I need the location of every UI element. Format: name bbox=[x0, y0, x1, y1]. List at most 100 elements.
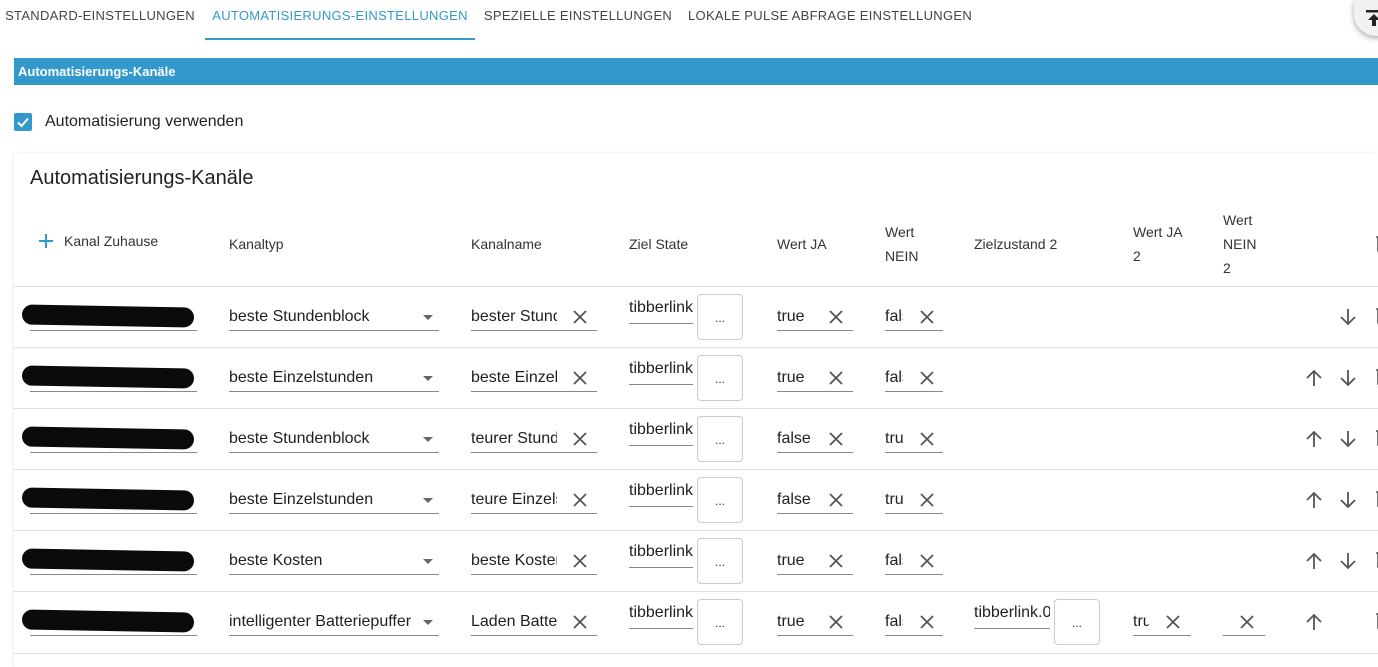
wert-nein-value: false bbox=[885, 369, 903, 386]
kanalname-input[interactable]: bester Stundenblock bbox=[471, 304, 597, 331]
kanalname-input[interactable]: Laden Batterie bbox=[471, 609, 597, 636]
zielzustand-2-browse-button[interactable]: ... bbox=[1054, 599, 1100, 645]
wert-nein-input[interactable]: true bbox=[885, 426, 943, 453]
move-up-icon[interactable] bbox=[1304, 368, 1324, 388]
wert-ja-input[interactable]: true bbox=[777, 304, 853, 331]
wert-nein-input[interactable]: false bbox=[885, 365, 943, 392]
clear-icon[interactable] bbox=[572, 309, 588, 325]
kanaltyp-value: beste Stundenblock bbox=[229, 308, 370, 325]
clear-icon[interactable] bbox=[572, 553, 588, 569]
kanaltyp-select[interactable]: intelligenter Batteriepuffer bbox=[229, 609, 439, 636]
kanalname-input[interactable]: teurer Stundenblock bbox=[471, 426, 597, 453]
kanaltyp-select[interactable]: beste Einzelstunden bbox=[229, 487, 439, 514]
kanal-zuhause-field[interactable] bbox=[21, 304, 197, 331]
ziel-state-input[interactable]: tibberlink bbox=[629, 297, 693, 324]
wert-ja-input[interactable]: false bbox=[777, 487, 853, 514]
ziel-state-input[interactable]: tibberlink bbox=[629, 541, 693, 568]
wert-ja-2-input[interactable]: true bbox=[1133, 609, 1191, 636]
wert-nein-input[interactable]: true bbox=[885, 487, 943, 514]
wert-ja-input[interactable]: false bbox=[777, 426, 853, 453]
clear-icon[interactable] bbox=[828, 614, 844, 630]
wert-nein-value: false bbox=[885, 308, 903, 325]
move-down-icon[interactable] bbox=[1338, 429, 1358, 449]
kanalname-input[interactable]: teure Einzelstunden bbox=[471, 487, 597, 514]
kanalname-input[interactable]: beste Kosten bbox=[471, 548, 597, 575]
move-down-icon[interactable] bbox=[1338, 307, 1358, 327]
tab-lokale-pulse-abfrage[interactable]: LOKALE PULSE ABFRAGE EINSTELLUNGEN bbox=[688, 0, 972, 40]
automatisierung-checkbox[interactable] bbox=[14, 113, 32, 131]
kanal-zuhause-field[interactable] bbox=[21, 548, 197, 575]
clear-icon[interactable] bbox=[828, 431, 844, 447]
clear-icon[interactable] bbox=[919, 553, 935, 569]
move-down-icon[interactable] bbox=[1338, 368, 1358, 388]
zielzustand-2-input[interactable]: tibberlink.0 bbox=[974, 602, 1050, 629]
header-zielzustand-2: Zielzustand 2 bbox=[974, 236, 1058, 252]
ziel-state-input[interactable]: tibberlink bbox=[629, 358, 693, 385]
clear-icon[interactable] bbox=[572, 492, 588, 508]
kanaltyp-value: intelligenter Batteriepuffer bbox=[229, 613, 412, 630]
kanalname-value: beste Einzelstunden bbox=[471, 369, 557, 386]
clear-icon[interactable] bbox=[828, 553, 844, 569]
tab-standard-einstellungen[interactable]: STANDARD-EINSTELLUNGEN bbox=[0, 0, 200, 40]
clear-icon[interactable] bbox=[828, 370, 844, 386]
kanal-zuhause-field[interactable] bbox=[21, 487, 197, 514]
ziel-state-input[interactable]: tibberlink bbox=[629, 419, 693, 446]
clear-icon[interactable] bbox=[919, 370, 935, 386]
ziel-state-input[interactable]: tibberlink bbox=[629, 480, 693, 507]
move-up-icon[interactable] bbox=[1304, 612, 1324, 632]
ziel-state-browse-button[interactable]: ... bbox=[697, 416, 743, 462]
wert-nein-2-input[interactable] bbox=[1223, 609, 1265, 636]
clear-icon[interactable] bbox=[572, 431, 588, 447]
header-wert-ja-2-line2: 2 bbox=[1133, 248, 1141, 264]
header-kanal-zuhause: Kanal Zuhause bbox=[64, 233, 159, 249]
table-row: beste Stundenblock teurer Stundenblock t… bbox=[14, 408, 1378, 470]
tab-bar: STANDARD-EINSTELLUNGEN AUTOMATISIERUNGS-… bbox=[0, 0, 1378, 40]
redaction-mark bbox=[21, 304, 195, 328]
ziel-state-browse-button[interactable]: ... bbox=[697, 538, 743, 584]
add-channel-button[interactable]: Kanal Zuhause bbox=[38, 233, 158, 249]
clear-icon[interactable] bbox=[1239, 614, 1255, 630]
wert-nein-input[interactable]: false bbox=[885, 304, 943, 331]
move-up-icon[interactable] bbox=[1304, 490, 1324, 510]
kanalname-value: bester Stundenblock bbox=[471, 308, 557, 325]
kanaltyp-select[interactable]: beste Stundenblock bbox=[229, 304, 439, 331]
ziel-state-browse-button[interactable]: ... bbox=[697, 599, 743, 645]
kanal-zuhause-field[interactable] bbox=[21, 365, 197, 392]
wert-ja-value: false bbox=[777, 491, 811, 508]
move-up-icon[interactable] bbox=[1304, 551, 1324, 571]
kanaltyp-select[interactable]: beste Stundenblock bbox=[229, 426, 439, 453]
wert-ja-input[interactable]: true bbox=[777, 548, 853, 575]
dropdown-arrow-icon bbox=[423, 498, 433, 503]
wert-ja-input[interactable]: true bbox=[777, 609, 853, 636]
clear-icon[interactable] bbox=[919, 614, 935, 630]
clear-icon[interactable] bbox=[572, 614, 588, 630]
ziel-state-browse-button[interactable]: ... bbox=[697, 355, 743, 401]
ziel-state-input[interactable]: tibberlink bbox=[629, 602, 693, 629]
clear-icon[interactable] bbox=[572, 370, 588, 386]
clear-icon[interactable] bbox=[919, 492, 935, 508]
redaction-mark bbox=[21, 609, 195, 633]
kanal-zuhause-field[interactable] bbox=[21, 426, 197, 453]
wert-nein-input[interactable]: false bbox=[885, 609, 943, 636]
clear-icon[interactable] bbox=[828, 309, 844, 325]
dropdown-arrow-icon bbox=[423, 437, 433, 442]
wert-ja-input[interactable]: true bbox=[777, 365, 853, 392]
kanalname-input[interactable]: beste Einzelstunden bbox=[471, 365, 597, 392]
move-down-icon[interactable] bbox=[1338, 551, 1358, 571]
tab-spezielle-einstellungen[interactable]: SPEZIELLE EINSTELLUNGEN bbox=[478, 0, 678, 40]
ziel-state-browse-button[interactable]: ... bbox=[697, 294, 743, 340]
kanaltyp-select[interactable]: beste Einzelstunden bbox=[229, 365, 439, 392]
wert-nein-input[interactable]: false bbox=[885, 548, 943, 575]
clear-icon[interactable] bbox=[919, 431, 935, 447]
move-down-icon[interactable] bbox=[1338, 490, 1358, 510]
ziel-state-browse-button[interactable]: ... bbox=[697, 477, 743, 523]
clear-icon[interactable] bbox=[1165, 614, 1181, 630]
move-up-icon[interactable] bbox=[1304, 429, 1324, 449]
automatisierung-checkbox-row[interactable]: Automatisierung verwenden bbox=[14, 111, 243, 133]
clear-icon[interactable] bbox=[828, 492, 844, 508]
clear-icon[interactable] bbox=[919, 309, 935, 325]
kanaltyp-select[interactable]: beste Kosten bbox=[229, 548, 439, 575]
tab-automatisierungs-einstellungen[interactable]: AUTOMATISIERUNGS-EINSTELLUNGEN bbox=[205, 0, 475, 40]
kanal-zuhause-field[interactable] bbox=[21, 609, 197, 636]
header-wert-nein-2-line3: 2 bbox=[1223, 260, 1231, 276]
